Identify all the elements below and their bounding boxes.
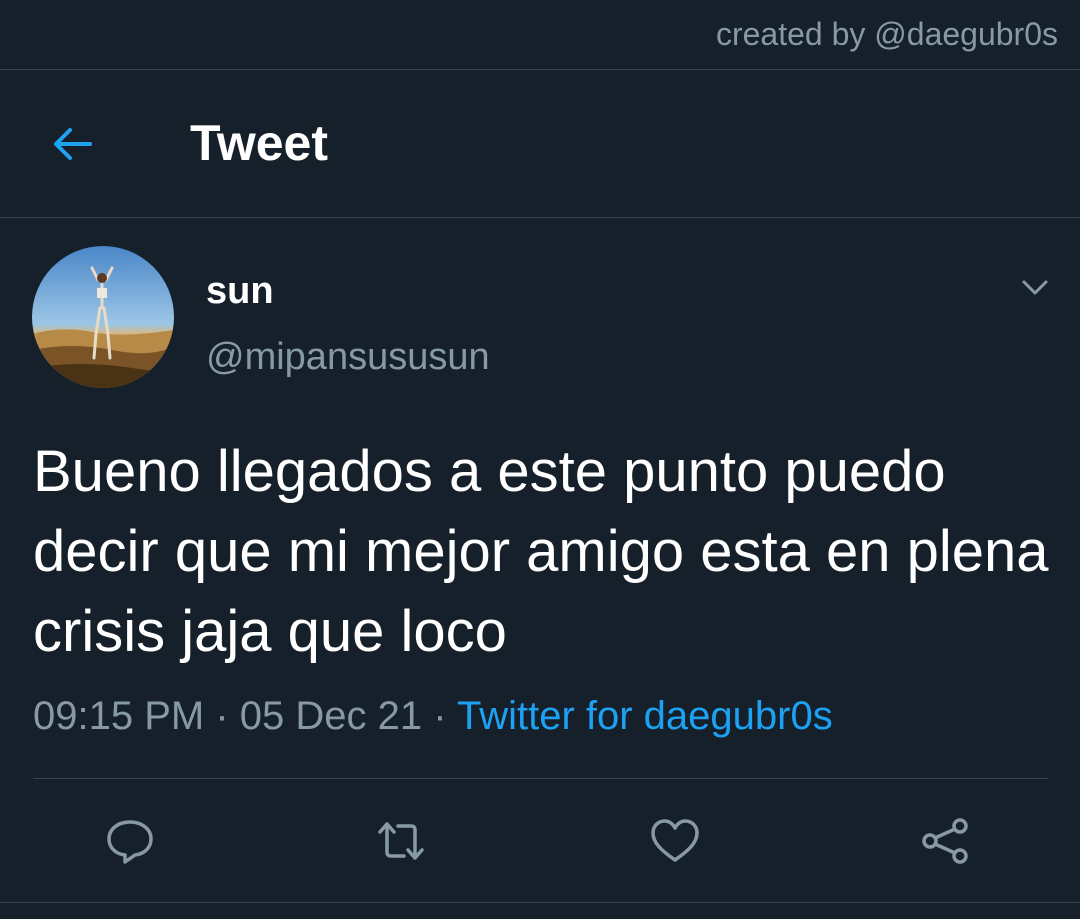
watermark-text: created by @daegubr0s [715,16,1058,52]
meta-separator: · [215,694,229,738]
reply-icon[interactable] [103,814,157,868]
meta-separator: · [433,694,447,738]
watermark-bar: created by @daegubr0s [0,0,1080,70]
tweet-text: Bueno llegados a este punto puedo decir … [33,439,1049,664]
bottom-divider [0,902,1080,903]
top-header: Tweet [0,70,1080,218]
share-icon[interactable] [918,814,972,868]
chevron-down-icon[interactable] [1018,270,1052,304]
page-title: Tweet [190,115,328,171]
heart-icon[interactable] [648,814,702,868]
avatar-image [32,246,174,388]
retweet-icon[interactable] [374,814,428,868]
arrow-left-icon[interactable] [48,120,96,168]
divider [33,778,1048,779]
tweet-source-link[interactable]: Twitter for daegubr0s [457,694,833,738]
tweet-date: 05 Dec 21 [239,694,423,738]
tweet-time: 09:15 PM [33,694,205,738]
tweet-meta: 09:15 PM · 05 Dec 21 · Twitter for daegu… [33,694,833,739]
author-display-name[interactable]: sun [206,270,274,313]
avatar[interactable] [32,246,174,388]
author-handle[interactable]: @mipansususun [206,336,490,379]
